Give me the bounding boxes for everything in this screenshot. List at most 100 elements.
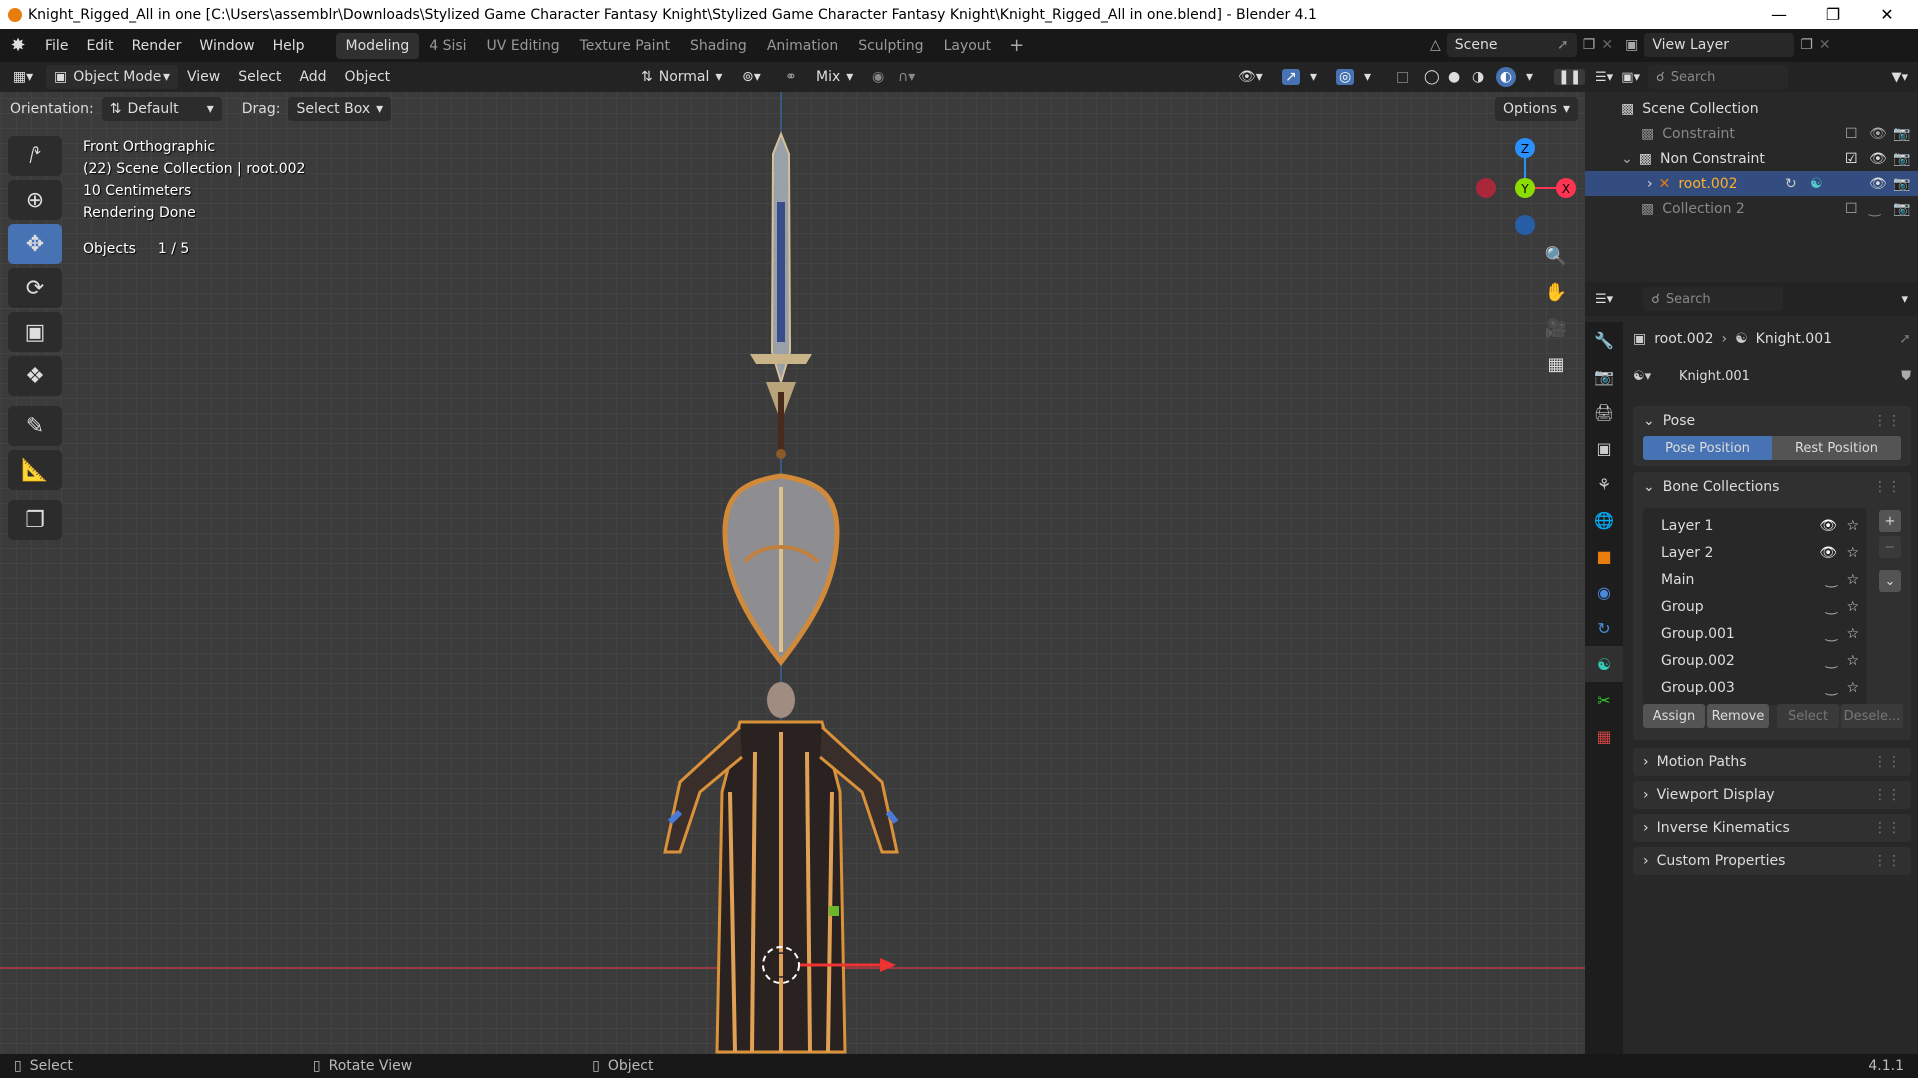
workspace-tab-sculpting[interactable]: Sculpting bbox=[848, 33, 933, 59]
eye-icon[interactable]: 👁 bbox=[1869, 151, 1887, 167]
falloff-icon[interactable]: ∩▾ bbox=[898, 69, 915, 85]
bone-collection-group-003[interactable]: Group.003 ‿ ☆ bbox=[1643, 674, 1867, 701]
pivot-point-icon[interactable]: ⊚▾ bbox=[742, 69, 761, 85]
filter-icon[interactable]: ▼▾ bbox=[1891, 70, 1908, 85]
bone-tab-icon[interactable]: ✂ bbox=[1585, 682, 1623, 718]
outliner-editor-icon[interactable]: ☰▾ bbox=[1595, 70, 1613, 85]
xray-icon[interactable]: □ bbox=[1396, 69, 1409, 85]
inverse-kinematics-panel[interactable]: › Inverse Kinematics ⋮⋮ bbox=[1633, 814, 1911, 842]
orientation-dropdown[interactable]: ⇅ Default ▾ bbox=[101, 97, 222, 121]
eye-closed-icon[interactable]: ‿ bbox=[1826, 572, 1837, 588]
eye-closed-icon[interactable]: ‿ bbox=[1826, 599, 1837, 615]
camera-icon[interactable]: 📷 bbox=[1893, 201, 1910, 217]
workspace-tab-layout[interactable]: Layout bbox=[934, 33, 1002, 59]
bone-collection-group-001[interactable]: Group.001 ‿ ☆ bbox=[1643, 620, 1867, 647]
cursor-tool-icon[interactable]: ⊕ bbox=[8, 180, 62, 220]
outliner-row-collection-2[interactable]: ▩ Collection 2 ☐ ‿ 📷 bbox=[1585, 196, 1918, 221]
scene-icon[interactable]: △ bbox=[1430, 37, 1441, 53]
menu-object[interactable]: Object bbox=[336, 69, 400, 85]
proportional-blend-dropdown[interactable]: Mix ▾ bbox=[808, 65, 861, 89]
menu-add[interactable]: Add bbox=[290, 69, 335, 85]
eye-closed-icon[interactable]: ‿ bbox=[1826, 626, 1837, 642]
drag-handle-icon[interactable]: ⋮⋮ bbox=[1873, 820, 1901, 836]
eye-icon[interactable]: 👁 bbox=[1869, 126, 1887, 142]
menu-window[interactable]: Window bbox=[190, 38, 263, 54]
rest-position-button[interactable]: Rest Position bbox=[1772, 436, 1901, 460]
drag-handle-icon[interactable]: ⋮⋮ bbox=[1873, 853, 1901, 869]
menu-render[interactable]: Render bbox=[123, 38, 191, 54]
delete-view-layer-icon[interactable]: ✕ bbox=[1819, 37, 1831, 53]
outliner-row-non-constraint[interactable]: ⌄ ▩ Non Constraint ☑ 👁 📷 bbox=[1585, 146, 1918, 171]
chevron-down-icon[interactable]: ▾ bbox=[1901, 292, 1908, 307]
menu-view[interactable]: View bbox=[178, 69, 229, 85]
workspace-tab-texture-paint[interactable]: Texture Paint bbox=[570, 33, 680, 59]
display-mode-icon[interactable]: ▣▾ bbox=[1621, 70, 1640, 85]
world-tab-icon[interactable]: 🌐 bbox=[1585, 502, 1623, 538]
armature-data-tab-icon[interactable]: ☯ bbox=[1585, 646, 1623, 682]
bone-collection-main[interactable]: Main ‿ ☆ bbox=[1643, 566, 1867, 593]
specials-menu-icon[interactable]: ⌄ bbox=[1879, 570, 1901, 592]
workspace-tab-modeling[interactable]: Modeling bbox=[335, 32, 420, 59]
motion-paths-panel[interactable]: › Motion Paths ⋮⋮ bbox=[1633, 748, 1911, 776]
bone-collection-layer-1[interactable]: Layer 1 👁 ☆ bbox=[1643, 512, 1867, 539]
options-dropdown[interactable]: Options ▾ bbox=[1495, 97, 1579, 121]
menu-help[interactable]: Help bbox=[264, 38, 314, 54]
shading-options-icon[interactable]: ▾ bbox=[1526, 69, 1533, 85]
rotate-tool-icon[interactable]: ⟳ bbox=[8, 268, 62, 308]
delete-scene-icon[interactable]: ✕ bbox=[1601, 37, 1613, 53]
star-icon[interactable]: ☆ bbox=[1846, 626, 1859, 642]
add-cube-tool-icon[interactable]: ❐ bbox=[8, 500, 62, 540]
gizmo-options-icon[interactable]: ▾ bbox=[1310, 69, 1317, 85]
bone-collection-layer-2[interactable]: Layer 2 👁 ☆ bbox=[1643, 539, 1867, 566]
solid-shading-icon[interactable]: ● bbox=[1448, 69, 1460, 85]
pose-panel-header[interactable]: ⌄ Pose ⋮⋮ bbox=[1633, 406, 1911, 436]
move-tool-icon[interactable]: ✥ bbox=[8, 224, 62, 264]
pan-hand-icon[interactable]: ✋ bbox=[1540, 276, 1572, 308]
menu-edit[interactable]: Edit bbox=[77, 38, 122, 54]
physics-tab-icon[interactable]: ◉ bbox=[1585, 574, 1623, 610]
gizmo-toggle-icon[interactable]: ↗ bbox=[1282, 69, 1300, 85]
outliner-row-root-002[interactable]: › ✕ root.002 ↻ ☯ 👁 📷 bbox=[1585, 171, 1918, 196]
new-view-layer-icon[interactable]: ❐ bbox=[1800, 37, 1813, 53]
material-shading-icon[interactable]: ◑ bbox=[1472, 69, 1484, 85]
exclude-checkbox[interactable]: ☐ bbox=[1845, 201, 1858, 217]
select-button[interactable]: Select bbox=[1777, 704, 1839, 728]
maximize-button[interactable]: ❐ bbox=[1810, 0, 1856, 29]
outliner-search-input[interactable]: ☌ Search bbox=[1648, 65, 1788, 89]
camera-icon[interactable]: 📷 bbox=[1893, 176, 1910, 192]
drag-handle-icon[interactable]: ⋮⋮ bbox=[1873, 754, 1901, 770]
exclude-checkbox-checked[interactable]: ☑ bbox=[1845, 151, 1858, 167]
drag-handle-icon[interactable]: ⋮⋮ bbox=[1873, 413, 1901, 429]
scale-tool-icon[interactable]: ▣ bbox=[8, 312, 62, 352]
pin-icon[interactable]: ➚ bbox=[1899, 331, 1911, 347]
camera-icon[interactable]: 📷 bbox=[1893, 151, 1910, 167]
workspace-tab-4sisi[interactable]: 4 Sisi bbox=[419, 33, 476, 59]
view-layer-tab-icon[interactable]: ▣ bbox=[1585, 430, 1623, 466]
mode-dropdown[interactable]: ▣ Object Mode ▾ bbox=[46, 65, 178, 89]
properties-editor-icon[interactable]: ☰▾ bbox=[1595, 292, 1613, 307]
workspace-tab-shading[interactable]: Shading bbox=[680, 33, 757, 59]
star-icon[interactable]: ☆ bbox=[1846, 599, 1859, 615]
star-icon[interactable]: ☆ bbox=[1846, 653, 1859, 669]
pause-render-icon[interactable]: ❚❚ bbox=[1554, 69, 1586, 85]
annotate-tool-icon[interactable]: ✎ bbox=[8, 406, 62, 446]
rendered-shading-icon[interactable]: ◐ bbox=[1496, 67, 1516, 87]
star-icon[interactable]: ☆ bbox=[1846, 572, 1859, 588]
outliner-row-constraint[interactable]: ▩ Constraint ☐ 👁 📷 bbox=[1585, 121, 1918, 146]
deselect-button[interactable]: Desele... bbox=[1841, 704, 1903, 728]
eye-icon[interactable]: 👁 bbox=[1819, 518, 1837, 534]
overlay-options-icon[interactable]: ▾ bbox=[1364, 69, 1371, 85]
transform-orientation-dropdown[interactable]: ⇅ Normal ▾ bbox=[633, 65, 730, 89]
proportional-edit-icon[interactable]: ◉ bbox=[872, 69, 884, 85]
snap-icon[interactable]: ⚭ bbox=[785, 69, 797, 85]
tool-tab-icon[interactable]: 🔧 bbox=[1585, 322, 1623, 358]
new-scene-icon[interactable]: ❐ bbox=[1583, 37, 1596, 53]
eye-icon[interactable]: 👁 bbox=[1869, 176, 1887, 192]
star-icon[interactable]: ☆ bbox=[1846, 518, 1859, 534]
texture-tab-icon[interactable]: ▦ bbox=[1585, 718, 1623, 754]
properties-search-input[interactable]: ☌ Search bbox=[1643, 287, 1784, 311]
armature-data-selector-icon[interactable]: ☯▾ bbox=[1633, 369, 1665, 384]
drag-handle-icon[interactable]: ⋮⋮ bbox=[1873, 479, 1901, 495]
eye-closed-icon[interactable]: ‿ bbox=[1826, 680, 1837, 696]
chevron-right-icon[interactable]: › bbox=[1647, 176, 1653, 192]
